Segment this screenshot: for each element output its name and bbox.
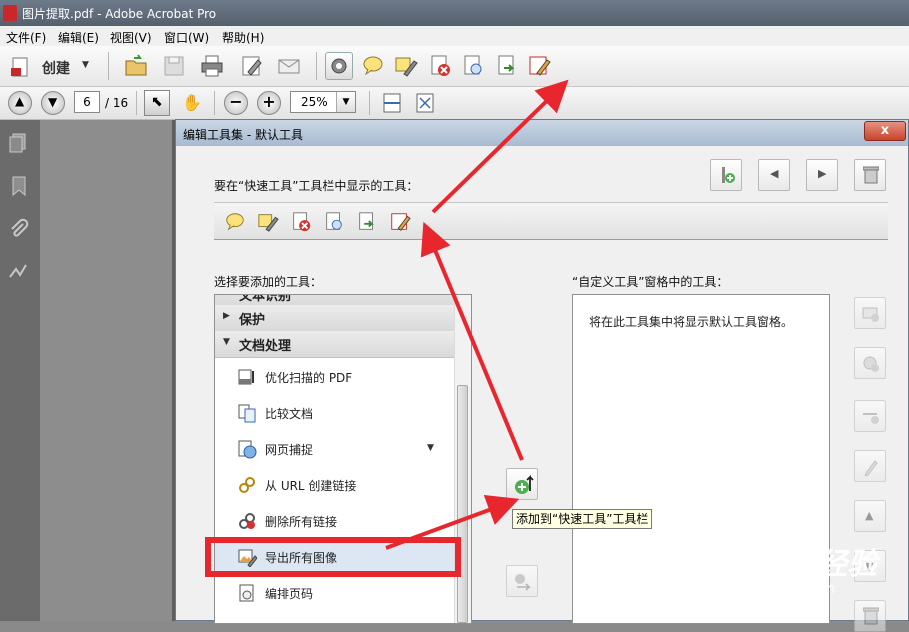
watermark-url: jingyan.baidu.com	[706, 581, 836, 597]
watermark-brand: Bai du 经验	[700, 547, 878, 582]
arrow-to-toolbar	[431, 79, 569, 214]
arrow-to-add-button	[385, 494, 520, 550]
arrow-to-quickbar	[420, 221, 524, 461]
watermark: Bai du 经验 jingyan.baidu.com	[700, 535, 900, 615]
annotation-arrows	[385, 79, 569, 550]
